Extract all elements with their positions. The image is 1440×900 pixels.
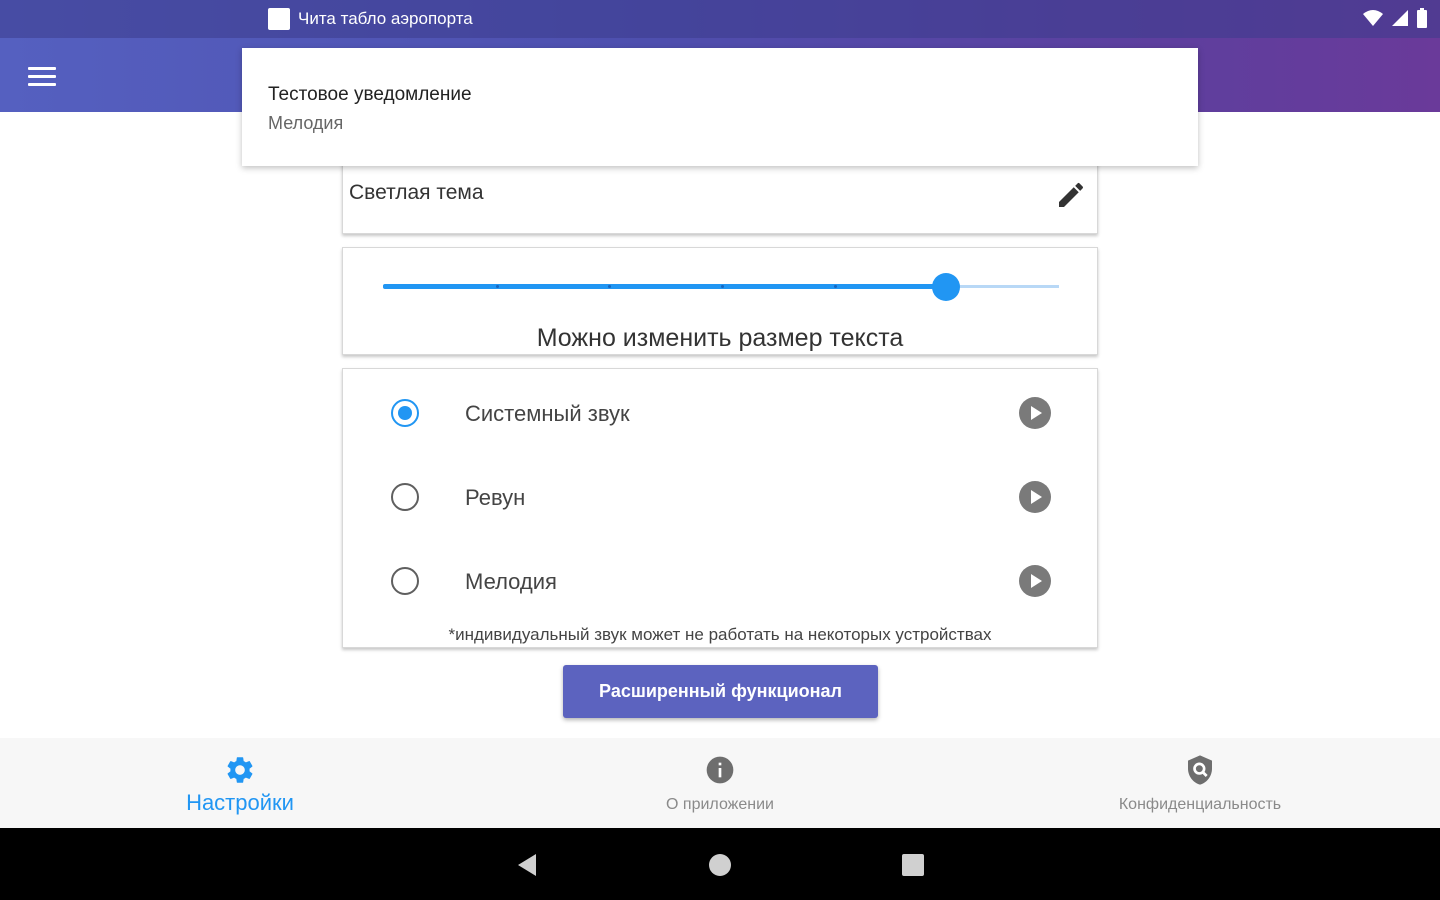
sound-card: Системный звук Ревун Мелодия *индивидуал… (342, 368, 1098, 648)
extended-features-button[interactable]: Расширенный функционал (563, 665, 878, 718)
slider-fill (383, 284, 947, 289)
slider-tick (495, 285, 499, 288)
notification-title: Тестовое уведомление (268, 84, 472, 105)
nav-label-privacy: Конфиденциальность (1118, 796, 1282, 813)
app-screen: Чита табло аэропорта Тестовое уведомлени… (0, 0, 1440, 900)
radio-button[interactable] (391, 567, 419, 595)
theme-value: Светлая тема (349, 181, 484, 204)
status-bar: Чита табло аэропорта (0, 0, 1440, 38)
nav-item-privacy[interactable]: Конфиденциальность (1050, 738, 1350, 828)
nav-label-settings: Настройки (186, 790, 294, 815)
text-size-caption: Можно изменить размер текста (536, 324, 904, 352)
slider-thumb[interactable] (932, 273, 961, 301)
status-notification-title: Чита табло аэропорта (298, 9, 473, 28)
sound-option-melody[interactable]: Мелодия (343, 551, 1097, 611)
sound-option-system[interactable]: Системный звук (343, 383, 1097, 443)
bottom-navigation: Настройки О приложении Конфиденциальност… (0, 738, 1440, 828)
wifi-icon (1363, 10, 1383, 26)
battery-icon (1417, 8, 1427, 28)
sound-option-label: Ревун (465, 485, 526, 510)
sound-option-siren[interactable]: Ревун (343, 467, 1097, 527)
heads-up-notification[interactable]: Тестовое уведомление Мелодия (242, 48, 1198, 166)
nav-label-about: О приложении (666, 796, 774, 813)
recents-icon[interactable] (900, 852, 926, 878)
sound-note: *индивидуальный звук может не работать н… (448, 625, 992, 644)
radio-button[interactable] (391, 399, 419, 427)
privacy-shield-icon (1188, 755, 1212, 785)
back-icon[interactable] (514, 852, 540, 878)
radio-button[interactable] (391, 483, 419, 511)
pencil-icon[interactable] (1055, 179, 1087, 211)
info-icon (706, 756, 734, 784)
text-size-slider[interactable] (383, 272, 1059, 302)
app-notification-icon (268, 8, 290, 30)
cellular-icon (1392, 10, 1408, 26)
text-size-card: Можно изменить размер текста (342, 247, 1098, 355)
status-icons (1362, 8, 1428, 28)
sound-option-label: Системный звук (465, 401, 630, 426)
gear-icon (227, 757, 253, 783)
system-navigation-bar (0, 828, 1440, 900)
play-icon[interactable] (1019, 565, 1051, 597)
slider-tick (833, 285, 837, 288)
notification-text: Мелодия (268, 113, 344, 133)
nav-item-about[interactable]: О приложении (570, 738, 870, 828)
slider-tick (721, 285, 724, 288)
nav-item-settings[interactable]: Настройки (90, 738, 390, 828)
sound-option-label: Мелодия (465, 569, 557, 594)
hamburger-menu-icon[interactable] (22, 62, 62, 94)
play-icon[interactable] (1019, 397, 1051, 429)
play-icon[interactable] (1019, 481, 1051, 513)
home-icon[interactable] (707, 852, 733, 878)
